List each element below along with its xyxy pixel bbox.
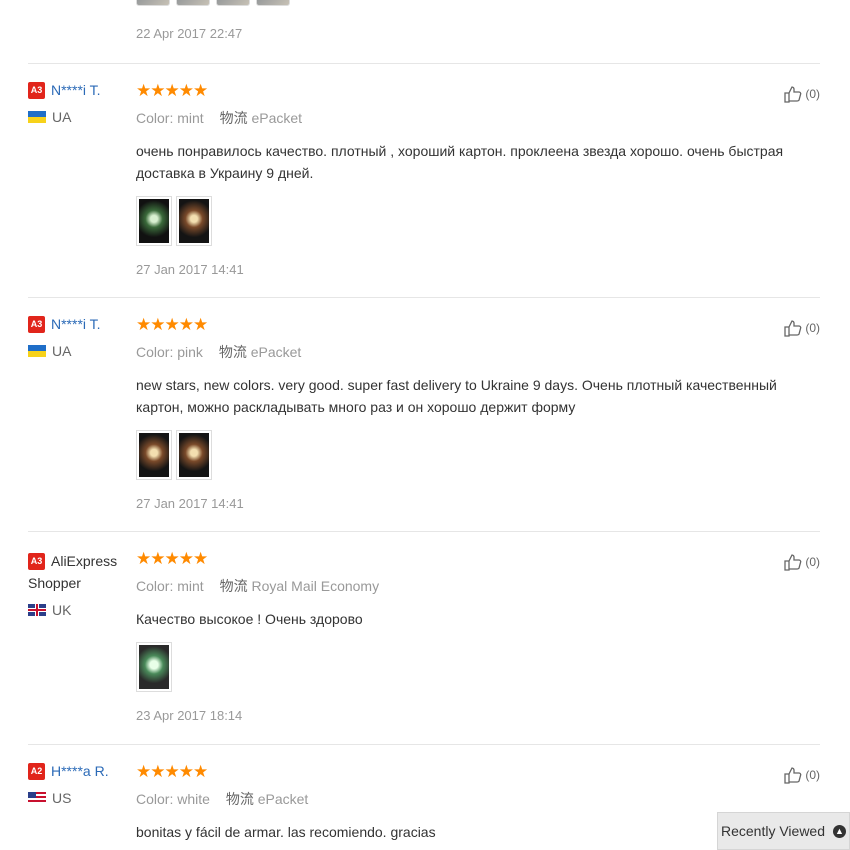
review-photos [136, 642, 816, 692]
reviewer-info: A3 AliExpress Shopper UK [28, 550, 128, 618]
thumbs-up-icon [784, 554, 802, 571]
shipping-value: Royal Mail Economy [251, 578, 380, 594]
shipping-label: 物流 [225, 791, 254, 807]
star-rating: ★★★★★ [136, 549, 208, 568]
color-label: Color: [136, 110, 174, 126]
reviewer-country: UA [28, 343, 128, 359]
shipping-label: 物流 [219, 578, 248, 594]
country-code: US [52, 790, 72, 806]
previous-review-photos [136, 0, 290, 6]
review-item: A3 N****i T. UA ★★★★★ Color: mint 物流 ePa… [28, 63, 820, 298]
review-photo[interactable] [216, 0, 250, 6]
review-date: 27 Jan 2017 14:41 [136, 496, 244, 511]
color-value: white [177, 791, 210, 807]
reviewer-name[interactable]: N****i T. [51, 316, 101, 333]
like-button[interactable]: (0) [783, 552, 820, 572]
us-flag-icon [28, 792, 46, 804]
star-rating: ★★★★★ [136, 762, 208, 781]
review-photo[interactable] [256, 0, 290, 6]
reviewer-country: US [28, 790, 128, 806]
review-photos [136, 430, 816, 480]
review-content: ★★★★★ Color: mint 物流 ePacket очень понра… [136, 82, 816, 277]
review-meta: Color: mint 物流 Royal Mail Economy [136, 576, 816, 596]
star-rating: ★★★★★ [136, 81, 208, 100]
review-date: 22 Apr 2017 22:47 [136, 26, 243, 41]
review-photo[interactable] [136, 196, 172, 246]
review-meta: Color: pink 物流 ePacket [136, 342, 816, 362]
thumbs-up-icon [784, 767, 802, 784]
review-item: A2 H****a R. US ★★★★★ Color: white 物流 eP… [28, 744, 820, 850]
reviewer-name[interactable]: AliExpress [51, 550, 117, 572]
reviewer-country: UA [28, 109, 128, 125]
ukraine-flag-icon [28, 345, 46, 357]
like-count: (0) [805, 555, 820, 569]
like-count: (0) [805, 321, 820, 335]
shipping-value: ePacket [251, 110, 303, 126]
shipping-value: ePacket [250, 344, 302, 360]
reviewer-info: A3 N****i T. UA [28, 82, 128, 125]
color-label: Color: [136, 344, 174, 360]
review-content: ★★★★★ Color: pink 物流 ePacket new stars, … [136, 316, 816, 511]
thumbs-up-icon [784, 320, 802, 337]
reviewer-info: A3 N****i T. UA [28, 316, 128, 359]
chevron-up-icon: ▲ [833, 824, 847, 838]
shipping-value: ePacket [257, 791, 309, 807]
color-value: mint [177, 110, 204, 126]
review-photo[interactable] [136, 430, 172, 480]
shipping-label: 物流 [219, 110, 248, 126]
review-item: A3 N****i T. UA ★★★★★ Color: pink 物流 ePa… [28, 297, 820, 532]
review-text: Качество высокое ! Очень здорово [136, 611, 363, 627]
ukraine-flag-icon [28, 111, 46, 123]
star-rating: ★★★★★ [136, 315, 208, 334]
review-meta: Color: white 物流 ePacket [136, 789, 816, 809]
thumbs-up-icon [784, 86, 802, 103]
review-date: 23 Apr 2017 18:14 [136, 708, 243, 723]
review-text: очень понравилось качество. плотный , хо… [136, 143, 784, 181]
review-date: 27 Jan 2017 14:41 [136, 262, 244, 277]
review-meta: Color: mint 物流 ePacket [136, 108, 816, 128]
like-button[interactable]: (0) [783, 765, 820, 785]
level-badge: A2 [28, 763, 45, 780]
like-count: (0) [805, 87, 820, 101]
level-badge: A3 [28, 82, 45, 99]
uk-flag-icon [28, 604, 46, 616]
like-button[interactable]: (0) [783, 84, 820, 104]
reviewer-country: UK [28, 602, 128, 618]
country-code: UA [52, 343, 72, 359]
review-photo[interactable] [136, 642, 172, 692]
review-text: new stars, new colors. very good. super … [136, 377, 777, 415]
review-photo[interactable] [176, 430, 212, 480]
color-value: mint [177, 578, 204, 594]
recently-viewed-button[interactable]: Recently Viewed ▲ [717, 812, 850, 850]
level-badge: A3 [28, 553, 45, 570]
like-button[interactable]: (0) [783, 318, 820, 338]
reviewer-name[interactable]: H****a R. [51, 763, 109, 780]
color-label: Color: [136, 791, 174, 807]
review-photo[interactable] [176, 196, 212, 246]
reviewer-name[interactable]: N****i T. [51, 82, 101, 99]
level-badge: A3 [28, 316, 45, 333]
color-value: pink [177, 344, 203, 360]
review-photos [136, 196, 816, 246]
review-text: bonitas y fácil de armar. las recomiendo… [136, 824, 436, 840]
color-label: Color: [136, 578, 174, 594]
like-count: (0) [805, 768, 820, 782]
review-photo[interactable] [176, 0, 210, 6]
shipping-label: 物流 [218, 344, 247, 360]
review-content: ★★★★★ Color: mint 物流 Royal Mail Economy … [136, 550, 816, 723]
review-photo[interactable] [136, 0, 170, 6]
country-code: UK [52, 602, 72, 618]
recently-viewed-label: Recently Viewed [720, 823, 826, 839]
country-code: UA [52, 109, 72, 125]
review-item: A3 AliExpress Shopper UK ★★★★★ Color: mi… [28, 531, 820, 745]
review-content: ★★★★★ Color: white 物流 ePacket bonitas y … [136, 763, 816, 843]
reviewer-info: A2 H****a R. US [28, 763, 128, 806]
reviewer-name-line2[interactable]: Shopper [28, 572, 128, 594]
